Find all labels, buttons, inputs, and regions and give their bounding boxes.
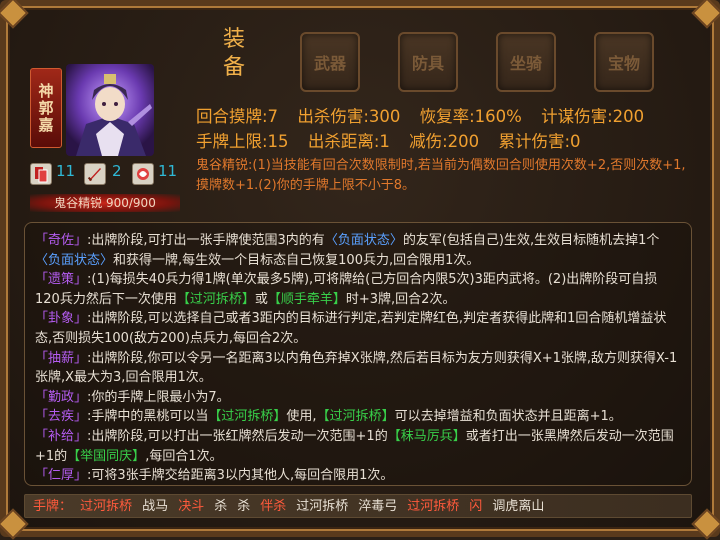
card-count: 11 [56, 162, 76, 180]
skill-text: 的友军(包括自己)生效,生效目标随机去掉1个 [402, 233, 660, 248]
stat-draw: 回合摸牌:7 [196, 107, 279, 126]
skill-text: :出牌阶段,可打出一张手牌使范围3内的有 [87, 233, 325, 248]
skill-name[interactable]: 「抽薪」 [35, 351, 87, 366]
skill-text: :手牌中的黑桃可以当 [87, 409, 209, 425]
rage-icon [132, 163, 154, 185]
skill-entry: 「勤政」:你的手牌上限最小为7。 [35, 388, 681, 408]
skill-entry: 「补给」:出牌阶段,可以打出一张红牌然后发动一次范围+1的【秣马厉兵】或者打出一… [35, 427, 681, 466]
stat-total-damage: 累计伤害:0 [498, 132, 581, 151]
skill-text: :出牌阶段,可以打出一张红牌然后发动一次范围+1的 [87, 428, 388, 444]
skill-entry: 「卦象」:出牌阶段,可以选择自己或者3距内的目标进行判定,若判定牌红色,判定者获… [35, 309, 681, 348]
skill-text: :你的手牌上限最小为7。 [87, 389, 230, 405]
skill-text: 或 [254, 291, 268, 307]
resource-bar: 鬼谷精锐 900/900 [30, 194, 180, 212]
skill-name[interactable]: 「卦象」 [35, 311, 87, 326]
skill-name[interactable]: 「遗策」 [35, 272, 87, 287]
hand-card[interactable]: 伴杀 [260, 499, 286, 514]
card-keyword: 【秣马厉兵】 [387, 428, 466, 444]
skill-entry: 「去疾」:手牌中的黑桃可以当【过河拆桥】使用,【过河拆桥】可以去掉增益和负面状态… [35, 407, 681, 427]
card-keyword: 【过河拆桥】 [316, 409, 395, 425]
hand-card[interactable]: 杀 [214, 499, 227, 514]
skill-name[interactable]: 「补给」 [35, 429, 87, 444]
skill-entry: 「遗策」:(1)每损失40兵力得1牌(单次最多5牌),可将牌给(己方回合内限5次… [35, 270, 681, 309]
mount-slot[interactable]: 坐骑 [496, 32, 556, 92]
status-keyword: 〈负面状态〉 [35, 252, 114, 268]
skill-text: :出牌阶段,可以选择自己或者3距内的目标进行判定,若判定牌红色,判定者获得此牌和… [35, 311, 667, 346]
stat-strategy-damage: 计谋伤害:200 [541, 107, 645, 126]
passive-description: 鬼谷精锐:(1)当技能有回合次数限制时,若当前为偶数回合则使用次数+2,否则次数… [196, 158, 686, 193]
skill-text: 和获得一牌,每生效一个目标态自己恢复100兵力,回合限用1次。 [113, 252, 480, 268]
card-keyword: 【顺手牵羊】 [267, 291, 346, 307]
hand-cards-bar: 手牌： 过河拆桥 战马 决斗杀杀伴杀 过河拆桥 淬毒弓 过河拆桥闪调虎离山 [24, 494, 692, 518]
skill-text: ,每回合1次。 [145, 448, 223, 464]
hand-card[interactable]: 闪 [469, 499, 482, 514]
hand-card[interactable]: 过河拆桥 [296, 499, 348, 514]
frame-corner [0, 0, 29, 29]
skill-name[interactable]: 「奇佐」 [35, 233, 87, 248]
skill-text: 使用, [286, 409, 317, 425]
rage-count: 11 [158, 162, 178, 180]
hand-card[interactable]: 过河拆桥 [407, 499, 459, 514]
hand-card[interactable]: 淬毒弓 [358, 499, 397, 514]
skill-text: :可将3张手牌交给距离3以内其他人,每回合限用1次。 [87, 468, 394, 484]
general-name: 神郭嘉 [30, 68, 62, 148]
skill-entry: 「抽薪」:出牌阶段,你可以令另一名距离3以内角色弃掉X张牌,然后若目标为友方则获… [35, 349, 681, 388]
stat-attack-range: 出杀距离:1 [307, 132, 390, 151]
frame-corner [691, 0, 720, 29]
hand-card[interactable]: 战马 [142, 499, 168, 514]
frame-corner [691, 508, 720, 540]
attack-count: 2 [112, 162, 122, 180]
stats-row: 回合摸牌:7 出杀伤害:300 恢复率:160% 计谋伤害:200 [196, 104, 706, 129]
card-keyword: 【过河拆桥】 [208, 409, 287, 425]
skill-name[interactable]: 「勤政」 [35, 390, 87, 405]
stats-row: 手牌上限:15 出杀距离:1 减伤:200 累计伤害:0 [196, 129, 706, 154]
armor-slot[interactable]: 防具 [398, 32, 458, 92]
card-icon [30, 163, 52, 185]
stats-block: 回合摸牌:7 出杀伤害:300 恢复率:160% 计谋伤害:200 手牌上限:1… [196, 104, 706, 154]
stat-attack-damage: 出杀伤害:300 [297, 107, 401, 126]
general-portrait [66, 64, 154, 156]
stat-recovery: 恢复率:160% [419, 107, 522, 126]
skills-panel: 「奇佐」:出牌阶段,可打出一张手牌使范围3内的有〈负面状态〉的友军(包括自己)生… [24, 222, 692, 486]
hand-card[interactable]: 决斗 [178, 499, 204, 514]
card-keyword: 【过河拆桥】 [176, 291, 255, 307]
equipment-label: 装备 [222, 27, 245, 80]
hand-card[interactable]: 过河拆桥 [80, 499, 132, 514]
skill-name[interactable]: 「仁厚」 [35, 468, 87, 483]
hand-label: 手牌： [33, 499, 73, 514]
skill-name[interactable]: 「去疾」 [35, 409, 87, 424]
stat-damage-reduction: 减伤:200 [409, 132, 480, 151]
hand-card[interactable]: 杀 [237, 499, 250, 514]
weapon-slot[interactable]: 武器 [300, 32, 360, 92]
card-keyword: 【举国同庆】 [67, 448, 146, 464]
status-keyword: 〈负面状态〉 [324, 233, 403, 248]
skill-entry: 「奇佐」:出牌阶段,可打出一张手牌使范围3内的有〈负面状态〉的友军(包括自己)生… [35, 231, 681, 270]
hand-card[interactable]: 调虎离山 [492, 499, 544, 514]
stat-hand-limit: 手牌上限:15 [196, 132, 289, 151]
skill-text: 可以去掉增益和负面状态并且距离+1。 [394, 409, 622, 425]
treasure-slot[interactable]: 宝物 [594, 32, 654, 92]
sword-icon [84, 163, 106, 185]
skill-entry: 「仁厚」:可将3张手牌交给距离3以内其他人,每回合限用1次。 [35, 466, 681, 486]
skill-text: 时+3牌,回合2次。 [345, 291, 456, 307]
skill-text: :出牌阶段,你可以令另一名距离3以内角色弃掉X张牌,然后若目标为友方则获得X+1… [35, 350, 678, 386]
